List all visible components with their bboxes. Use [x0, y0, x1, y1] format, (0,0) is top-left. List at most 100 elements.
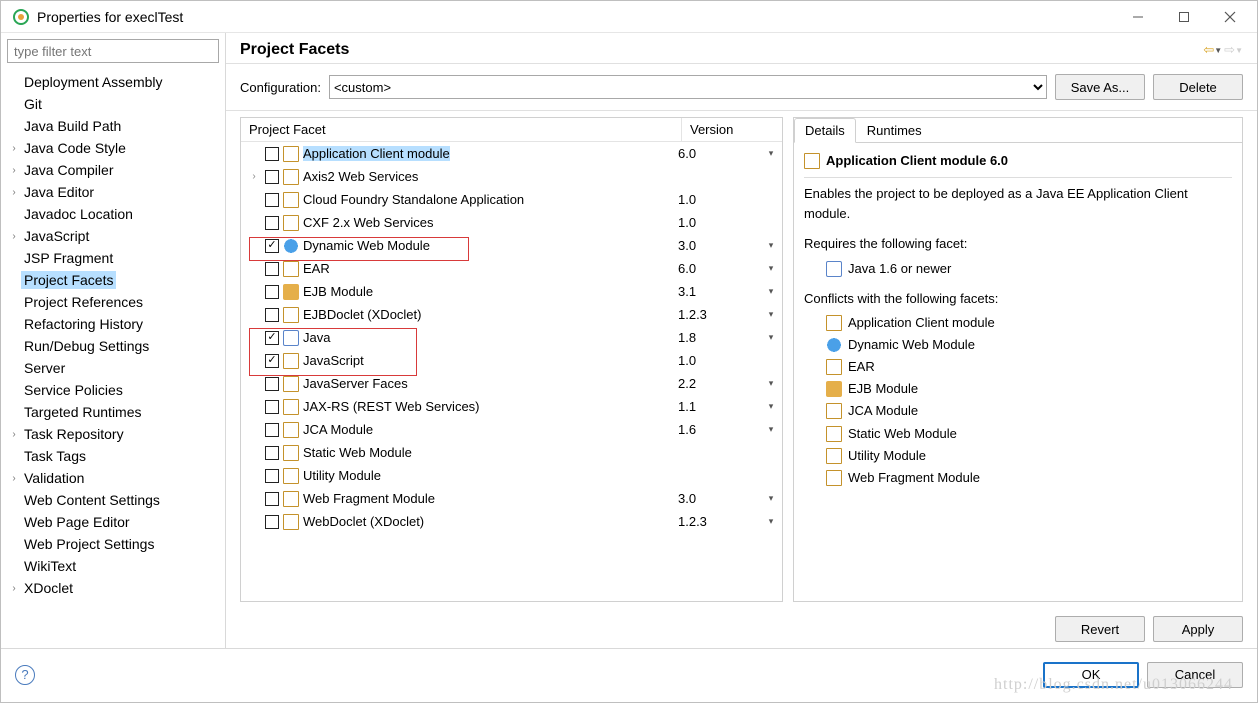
facet-checkbox[interactable]	[265, 285, 279, 299]
tree-item[interactable]: Project References	[1, 291, 225, 313]
facet-version: 6.0	[670, 261, 760, 276]
facet-row[interactable]: Dynamic Web Module3.0▾	[241, 234, 782, 257]
facet-checkbox[interactable]	[265, 193, 279, 207]
facet-checkbox[interactable]	[265, 331, 279, 345]
facet-checkbox[interactable]	[265, 147, 279, 161]
tree-item[interactable]: ›Java Code Style	[1, 137, 225, 159]
tree-item[interactable]: ›Java Editor	[1, 181, 225, 203]
version-dropdown-icon[interactable]: ▾	[760, 493, 782, 504]
tree-item[interactable]: Service Policies	[1, 379, 225, 401]
facet-row[interactable]: ›Axis2 Web Services	[241, 165, 782, 188]
facet-row[interactable]: Java1.8▾	[241, 326, 782, 349]
tree-item[interactable]: Run/Debug Settings	[1, 335, 225, 357]
version-dropdown-icon[interactable]: ▾	[760, 424, 782, 435]
help-button[interactable]: ?	[15, 665, 35, 685]
facet-checkbox[interactable]	[265, 446, 279, 460]
tree-item[interactable]: Task Tags	[1, 445, 225, 467]
expand-icon: ›	[7, 231, 21, 242]
eclipse-icon	[13, 9, 29, 25]
save-as-button[interactable]: Save As...	[1055, 74, 1145, 100]
version-dropdown-icon[interactable]: ▾	[760, 378, 782, 389]
maximize-button[interactable]	[1161, 1, 1207, 33]
tree-item[interactable]: Web Content Settings	[1, 489, 225, 511]
facet-name: JavaServer Faces	[303, 376, 408, 391]
facet-checkbox[interactable]	[265, 515, 279, 529]
facet-row[interactable]: JavaScript1.0	[241, 349, 782, 372]
tree-item[interactable]: Refactoring History	[1, 313, 225, 335]
facet-checkbox[interactable]	[265, 492, 279, 506]
tree-item[interactable]: Web Project Settings	[1, 533, 225, 555]
facet-row[interactable]: WebDoclet (XDoclet)1.2.3▾	[241, 510, 782, 533]
facet-version: 1.1	[670, 399, 760, 414]
tree-item[interactable]: Javadoc Location	[1, 203, 225, 225]
tree-item[interactable]: JSP Fragment	[1, 247, 225, 269]
facet-checkbox[interactable]	[265, 469, 279, 483]
tree-item-label: Git	[21, 95, 45, 113]
filter-input[interactable]	[7, 39, 219, 63]
revert-button[interactable]: Revert	[1055, 616, 1145, 642]
facet-row[interactable]: Cloud Foundry Standalone Application1.0	[241, 188, 782, 211]
facet-row[interactable]: Application Client module6.0▾	[241, 142, 782, 165]
facet-row[interactable]: Static Web Module	[241, 441, 782, 464]
tree-item[interactable]: Java Build Path	[1, 115, 225, 137]
tree-item[interactable]: Git	[1, 93, 225, 115]
cancel-button[interactable]: Cancel	[1147, 662, 1243, 688]
tree-item-label: Javadoc Location	[21, 205, 136, 223]
facet-row[interactable]: EJBDoclet (XDoclet)1.2.3▾	[241, 303, 782, 326]
facet-checkbox[interactable]	[265, 216, 279, 230]
col-facet[interactable]: Project Facet	[241, 118, 682, 141]
facet-row[interactable]: JCA Module1.6▾	[241, 418, 782, 441]
config-select[interactable]: <custom>	[329, 75, 1047, 99]
forward-button[interactable]: ⇨ ▼	[1224, 42, 1243, 58]
facet-row[interactable]: JAX-RS (REST Web Services)1.1▾	[241, 395, 782, 418]
facet-row[interactable]: CXF 2.x Web Services1.0	[241, 211, 782, 234]
facet-row[interactable]: EJB Module3.1▾	[241, 280, 782, 303]
close-button[interactable]	[1207, 1, 1253, 33]
tree-item[interactable]: ›XDoclet	[1, 577, 225, 599]
facet-checkbox[interactable]	[265, 239, 279, 253]
tree-item[interactable]: WikiText	[1, 555, 225, 577]
version-dropdown-icon[interactable]: ▾	[760, 332, 782, 343]
facet-row[interactable]: JavaServer Faces2.2▾	[241, 372, 782, 395]
page-icon	[283, 169, 299, 185]
minimize-button[interactable]	[1115, 1, 1161, 33]
tree-item[interactable]: Targeted Runtimes	[1, 401, 225, 423]
version-dropdown-icon[interactable]: ▾	[760, 263, 782, 274]
version-dropdown-icon[interactable]: ▾	[760, 148, 782, 159]
tree-item[interactable]: Project Facets	[1, 269, 225, 291]
tree-item[interactable]: ›Java Compiler	[1, 159, 225, 181]
tree-item-label: Java Editor	[21, 183, 97, 201]
back-button[interactable]: ⇦ ▼	[1203, 42, 1222, 58]
facet-checkbox[interactable]	[265, 377, 279, 391]
tab-details[interactable]: Details	[794, 118, 856, 143]
col-version[interactable]: Version	[682, 118, 782, 141]
facet-checkbox[interactable]	[265, 354, 279, 368]
version-dropdown-icon[interactable]: ▾	[760, 401, 782, 412]
facet-row[interactable]: EAR 6.0▾	[241, 257, 782, 280]
tree-item[interactable]: ›Validation	[1, 467, 225, 489]
conflicts-item: JCA Module	[826, 401, 1232, 421]
apply-button[interactable]: Apply	[1153, 616, 1243, 642]
facet-checkbox[interactable]	[265, 400, 279, 414]
version-dropdown-icon[interactable]: ▾	[760, 286, 782, 297]
nav-tree[interactable]: Deployment AssemblyGitJava Build Path›Ja…	[1, 69, 225, 648]
tab-runtimes[interactable]: Runtimes	[856, 118, 933, 143]
facet-row[interactable]: Web Fragment Module3.0▾	[241, 487, 782, 510]
tree-item[interactable]: Web Page Editor	[1, 511, 225, 533]
version-dropdown-icon[interactable]: ▾	[760, 309, 782, 320]
ok-button[interactable]: OK	[1043, 662, 1139, 688]
facet-row[interactable]: Utility Module	[241, 464, 782, 487]
version-dropdown-icon[interactable]: ▾	[760, 240, 782, 251]
tree-item[interactable]: ›JavaScript	[1, 225, 225, 247]
tree-item[interactable]: Server	[1, 357, 225, 379]
facet-checkbox[interactable]	[265, 170, 279, 184]
facet-name: EAR	[303, 261, 330, 276]
version-dropdown-icon[interactable]: ▾	[760, 516, 782, 527]
facet-checkbox[interactable]	[265, 308, 279, 322]
facet-checkbox[interactable]	[265, 262, 279, 276]
tree-item-label: JSP Fragment	[21, 249, 116, 267]
tree-item[interactable]: ›Task Repository	[1, 423, 225, 445]
facet-checkbox[interactable]	[265, 423, 279, 437]
tree-item[interactable]: Deployment Assembly	[1, 71, 225, 93]
delete-button[interactable]: Delete	[1153, 74, 1243, 100]
